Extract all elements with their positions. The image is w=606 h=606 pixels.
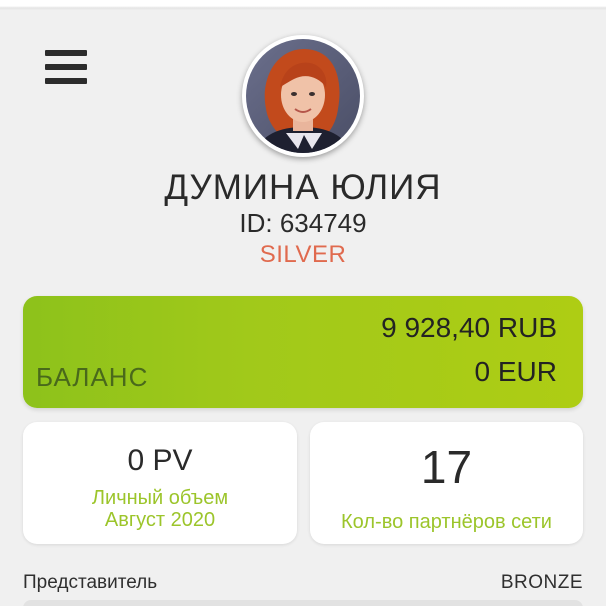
partners-count-label: Кол-во партнёров сети xyxy=(341,511,552,533)
status-next-rank: BRONZE xyxy=(500,572,583,593)
partners-count-value: 17 xyxy=(420,441,473,493)
personal-volume-period: Август 2020 xyxy=(104,509,216,531)
personal-volume-label: Личный объем xyxy=(91,487,229,509)
avatar[interactable] xyxy=(242,35,364,157)
status-row: Представитель BRONZE xyxy=(23,572,583,596)
personal-volume-card[interactable]: 0 PV Личный объем Август 2020 xyxy=(23,422,297,544)
profile-screen: ДУМИНА ЮЛИЯ ID: 634749 SILVER БАЛАНС 9 9… xyxy=(0,0,606,606)
menu-line xyxy=(45,78,87,84)
menu-line xyxy=(45,64,87,70)
balance-eur: 0 EUR xyxy=(474,356,557,387)
balance-label: БАЛАНС xyxy=(36,362,149,392)
hamburger-menu-icon[interactable] xyxy=(45,50,87,86)
balance-rub: 9 928,40 RUB xyxy=(381,312,557,343)
top-bar-edge xyxy=(0,0,606,10)
status-role: Представитель xyxy=(23,572,158,593)
menu-line xyxy=(45,50,87,56)
user-name: ДУМИНА ЮЛИЯ xyxy=(164,168,442,207)
avatar-photo xyxy=(246,39,360,153)
partners-count-card[interactable]: 17 Кол-во партнёров сети xyxy=(310,422,583,544)
progress-bar-edge xyxy=(23,600,583,606)
rank-badge: SILVER xyxy=(259,241,347,268)
personal-volume-value: 0 PV xyxy=(127,444,193,477)
balance-card[interactable]: БАЛАНС 9 928,40 RUB 0 EUR xyxy=(23,296,583,408)
user-id: ID: 634749 xyxy=(239,208,367,238)
